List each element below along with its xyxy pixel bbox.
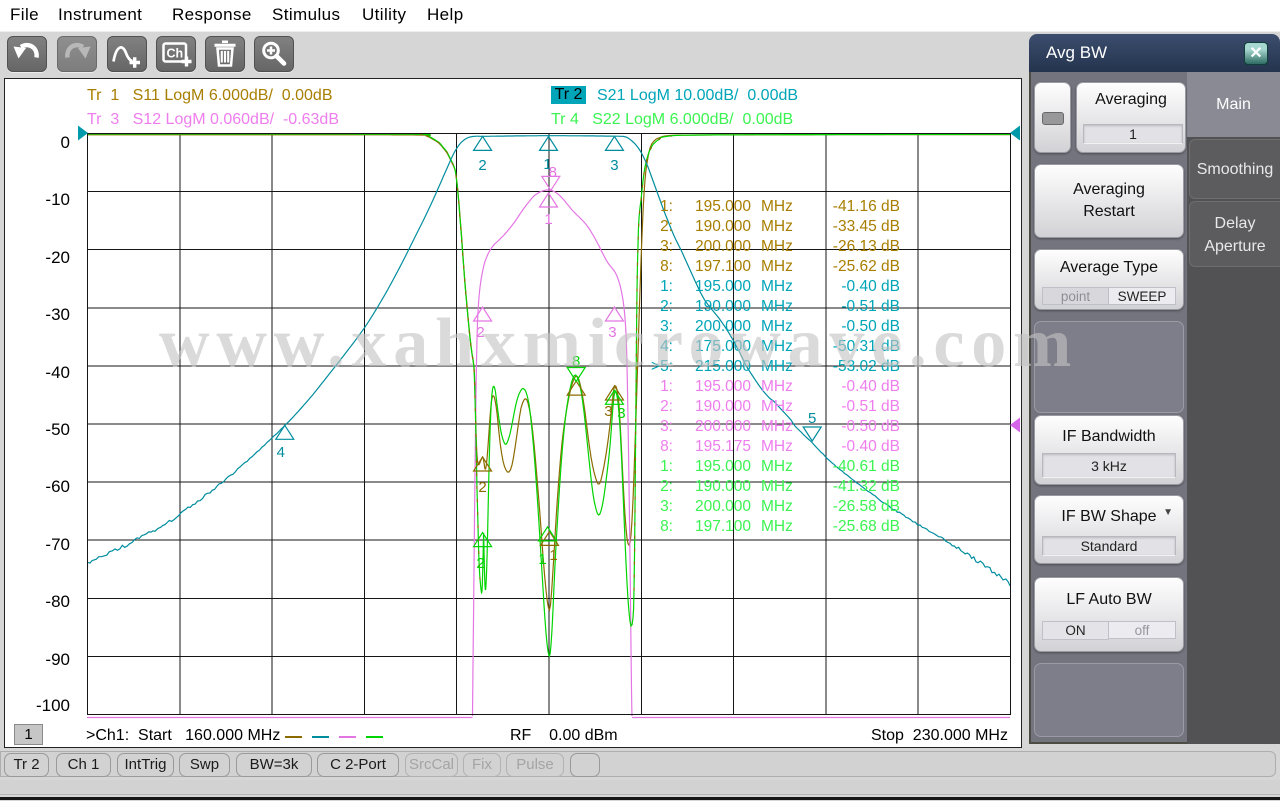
svg-text:Ch: Ch [167,47,184,61]
